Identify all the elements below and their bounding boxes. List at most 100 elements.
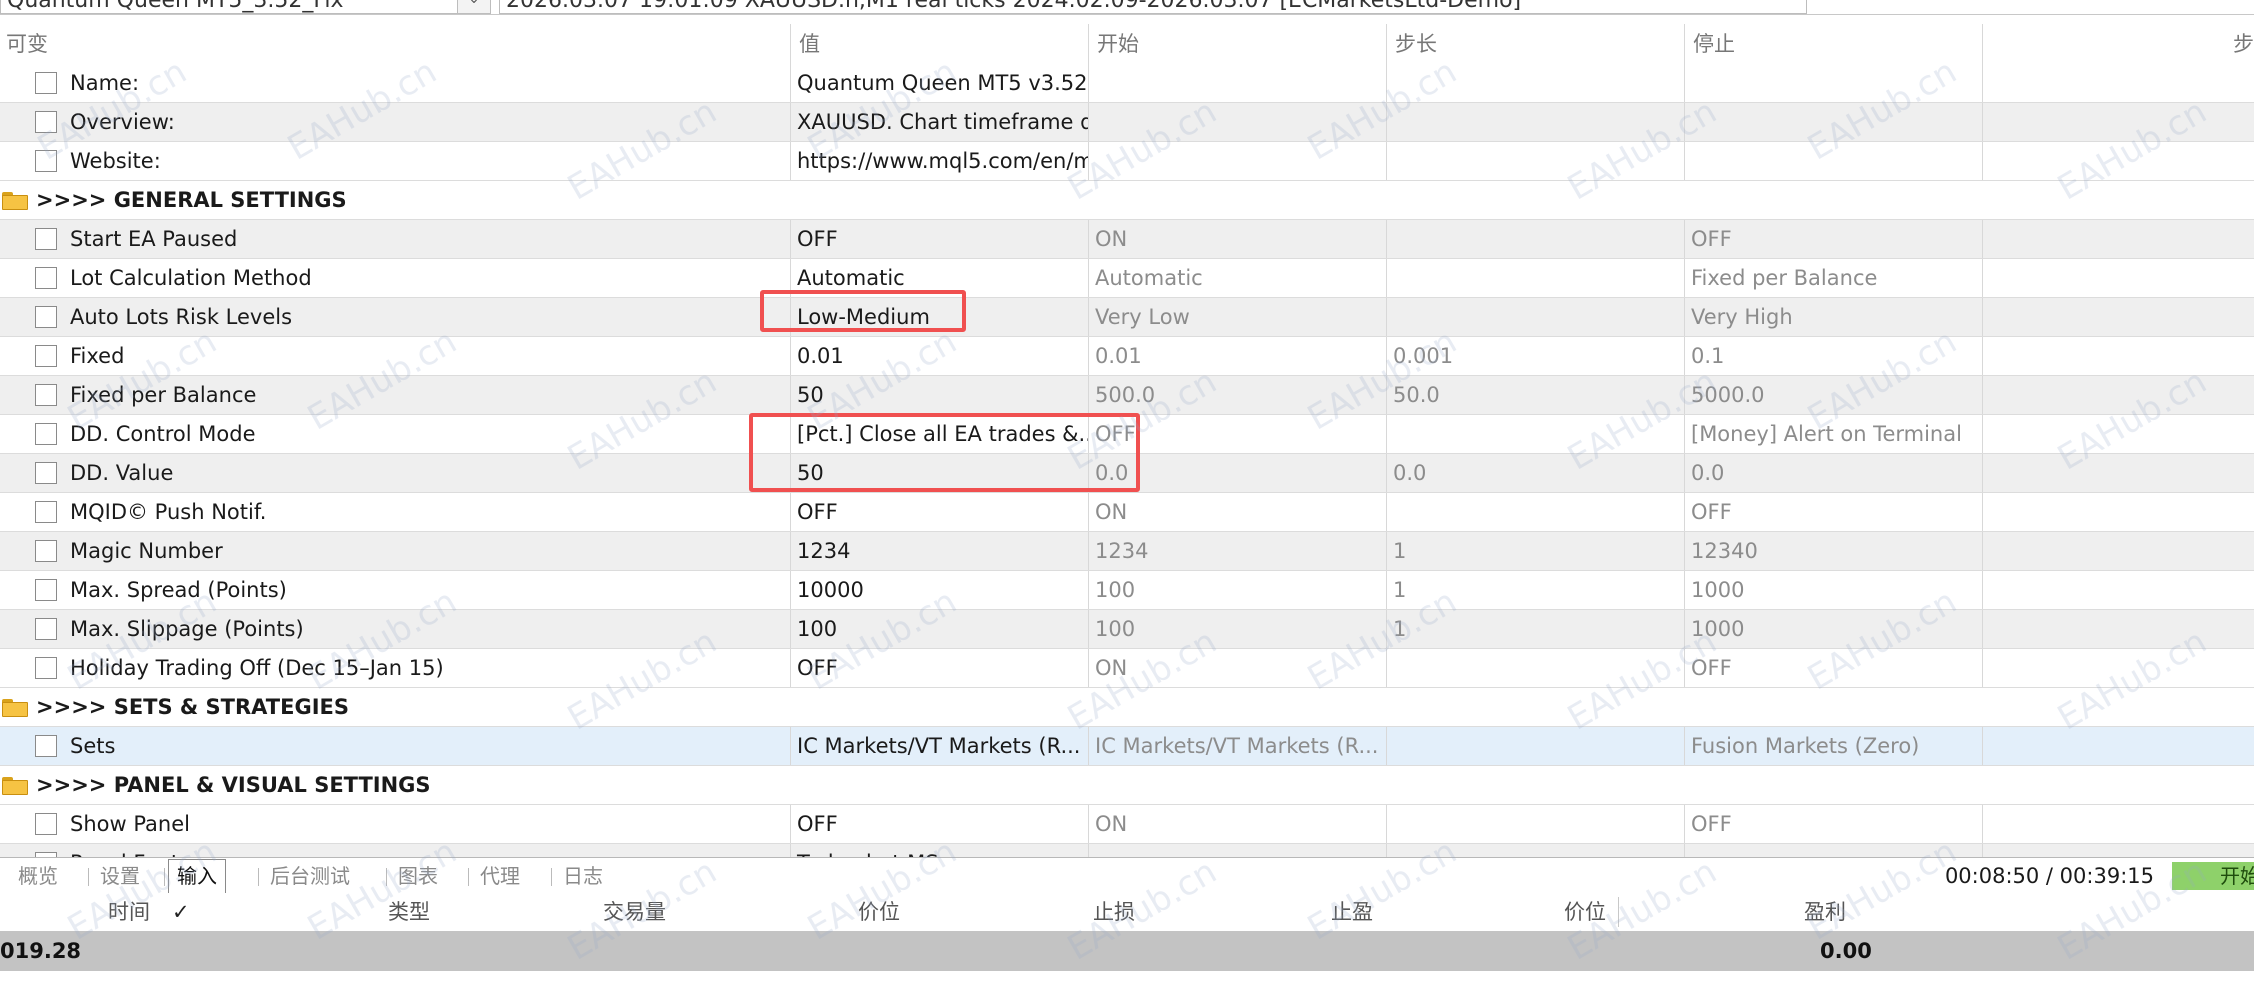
param-stop[interactable]: 0.0 bbox=[1684, 454, 1982, 492]
tab-4[interactable]: 图表 bbox=[390, 860, 446, 892]
optimize-checkbox[interactable] bbox=[35, 384, 57, 406]
param-step[interactable]: 0.0 bbox=[1386, 454, 1684, 492]
param-start[interactable]: IC Markets/VT Markets (R... bbox=[1088, 727, 1386, 765]
param-step-2[interactable] bbox=[1982, 64, 2254, 102]
results-col-sl[interactable]: 止损 bbox=[1093, 893, 1135, 931]
param-step[interactable] bbox=[1386, 649, 1684, 687]
param-value[interactable]: Trebuchet MS bbox=[790, 844, 1088, 857]
param-step-2[interactable] bbox=[1982, 259, 2254, 297]
results-col-tp[interactable]: 止盈 bbox=[1331, 893, 1373, 931]
param-row[interactable]: Max. Slippage (Points) 100 100 1 1000 bbox=[0, 610, 2254, 649]
param-step-2[interactable] bbox=[1982, 220, 2254, 258]
expert-select[interactable]: Quantum Queen MT5_3.52_Fix bbox=[0, 0, 463, 14]
param-value[interactable]: OFF bbox=[790, 493, 1088, 531]
tab-1[interactable]: 设置 bbox=[92, 860, 148, 892]
results-col-type[interactable]: 类型 bbox=[388, 893, 430, 931]
param-step-2[interactable] bbox=[1982, 844, 2254, 857]
chevron-down-icon[interactable]: ⌄ bbox=[457, 0, 491, 14]
param-value[interactable]: [Pct.] Close all EA trades &... bbox=[790, 415, 1088, 453]
column-header-start[interactable]: 开始 bbox=[1088, 24, 1386, 64]
checkmark-icon[interactable]: ✓ bbox=[172, 893, 190, 931]
param-step-2[interactable] bbox=[1982, 337, 2254, 375]
param-stop[interactable]: 12340 bbox=[1684, 532, 1982, 570]
column-header-value[interactable]: 值 bbox=[790, 24, 1088, 64]
param-step[interactable]: 1 bbox=[1386, 610, 1684, 648]
param-step[interactable] bbox=[1386, 493, 1684, 531]
param-step-2[interactable] bbox=[1982, 298, 2254, 336]
param-step[interactable] bbox=[1386, 805, 1684, 843]
param-row[interactable]: Overview: XAUUSD. Chart timeframe doesn't… bbox=[0, 103, 2254, 142]
param-row[interactable]: Website: https://www.mql5.com/en/market/p… bbox=[0, 142, 2254, 181]
param-row[interactable]: Holiday Trading Off (Dec 15–Jan 15) OFF ON… bbox=[0, 649, 2254, 688]
param-value[interactable]: https://www.mql5.com/en/market/product/1… bbox=[790, 142, 1088, 180]
param-stop[interactable]: 1000 bbox=[1684, 571, 1982, 609]
param-stop[interactable] bbox=[1684, 844, 1982, 857]
results-col-price[interactable]: 价位 bbox=[858, 893, 900, 931]
optimize-checkbox[interactable] bbox=[35, 423, 57, 445]
param-value[interactable]: 50 bbox=[790, 454, 1088, 492]
optimize-checkbox[interactable] bbox=[35, 657, 57, 679]
optimize-checkbox[interactable] bbox=[35, 345, 57, 367]
param-step[interactable] bbox=[1386, 64, 1684, 102]
param-value[interactable]: 10000 bbox=[790, 571, 1088, 609]
optimize-checkbox[interactable] bbox=[35, 501, 57, 523]
optimize-checkbox[interactable] bbox=[35, 150, 57, 172]
param-row[interactable]: MQID© Push Notif. OFF ON OFF bbox=[0, 493, 2254, 532]
tab-0[interactable]: 概览 bbox=[10, 860, 66, 892]
param-step[interactable]: 0.001 bbox=[1386, 337, 1684, 375]
param-step-2[interactable] bbox=[1982, 376, 2254, 414]
param-row[interactable]: DD. Control Mode [Pct.] Close all EA trad… bbox=[0, 415, 2254, 454]
column-header-step[interactable]: 步长 bbox=[1386, 24, 1684, 64]
param-step-2[interactable] bbox=[1982, 454, 2254, 492]
optimize-checkbox[interactable] bbox=[35, 462, 57, 484]
tab-6[interactable]: 日志 bbox=[555, 860, 611, 892]
param-row[interactable]: Panel FontTrebuchet MS bbox=[0, 844, 2254, 857]
param-step-2[interactable] bbox=[1982, 103, 2254, 141]
param-stop[interactable]: OFF bbox=[1684, 649, 1982, 687]
start-button[interactable]: 开始 bbox=[2172, 862, 2254, 890]
param-stop[interactable]: Very High bbox=[1684, 298, 1982, 336]
section-header[interactable]: >>>> PANEL & VISUAL SETTINGS bbox=[0, 766, 2254, 805]
param-stop[interactable]: 5000.0 bbox=[1684, 376, 1982, 414]
param-step-2[interactable] bbox=[1982, 415, 2254, 453]
optimize-checkbox[interactable] bbox=[35, 228, 57, 250]
param-stop[interactable]: OFF bbox=[1684, 220, 1982, 258]
param-start[interactable]: 500.0 bbox=[1088, 376, 1386, 414]
param-value[interactable]: 100 bbox=[790, 610, 1088, 648]
param-row[interactable]: Start EA Paused OFF ON OFF bbox=[0, 220, 2254, 259]
param-start[interactable]: ON bbox=[1088, 649, 1386, 687]
param-start[interactable]: 100 bbox=[1088, 610, 1386, 648]
param-step[interactable] bbox=[1386, 298, 1684, 336]
param-step-2[interactable] bbox=[1982, 142, 2254, 180]
param-step[interactable] bbox=[1386, 259, 1684, 297]
param-step-2[interactable] bbox=[1982, 649, 2254, 687]
param-value[interactable]: 0.01 bbox=[790, 337, 1088, 375]
param-row[interactable]: Lot Calculation Method Automatic Automatic… bbox=[0, 259, 2254, 298]
param-start[interactable] bbox=[1088, 142, 1386, 180]
optimize-checkbox[interactable] bbox=[35, 111, 57, 133]
section-header[interactable]: >>>> SETS & STRATEGIES bbox=[0, 688, 2254, 727]
param-start[interactable] bbox=[1088, 844, 1386, 857]
param-stop[interactable]: Fixed per Balance bbox=[1684, 259, 1982, 297]
optimize-checkbox[interactable] bbox=[35, 72, 57, 94]
param-start[interactable]: Automatic bbox=[1088, 259, 1386, 297]
param-start[interactable] bbox=[1088, 103, 1386, 141]
column-header-stop[interactable]: 停止 bbox=[1684, 24, 1982, 64]
param-start[interactable]: 0.0 bbox=[1088, 454, 1386, 492]
param-stop[interactable]: OFF bbox=[1684, 805, 1982, 843]
param-value[interactable]: IC Markets/VT Markets (R... bbox=[790, 727, 1088, 765]
tab-2[interactable]: 输入 bbox=[168, 859, 226, 894]
param-step[interactable] bbox=[1386, 727, 1684, 765]
results-col-profit[interactable]: 盈利 bbox=[1804, 893, 1846, 931]
param-step[interactable] bbox=[1386, 844, 1684, 857]
param-start[interactable]: 0.01 bbox=[1088, 337, 1386, 375]
param-value[interactable]: Automatic bbox=[790, 259, 1088, 297]
param-start[interactable]: ON bbox=[1088, 805, 1386, 843]
param-step[interactable]: 1 bbox=[1386, 571, 1684, 609]
results-col-price-2[interactable]: 价位 bbox=[1564, 893, 1606, 931]
param-step-2[interactable] bbox=[1982, 727, 2254, 765]
param-stop[interactable]: [Money] Alert on Terminal bbox=[1684, 415, 1982, 453]
optimize-checkbox[interactable] bbox=[35, 540, 57, 562]
param-start[interactable]: ON bbox=[1088, 493, 1386, 531]
param-value[interactable]: Quantum Queen MT5 v3.52 (17/03/2026) bbox=[790, 64, 1088, 102]
